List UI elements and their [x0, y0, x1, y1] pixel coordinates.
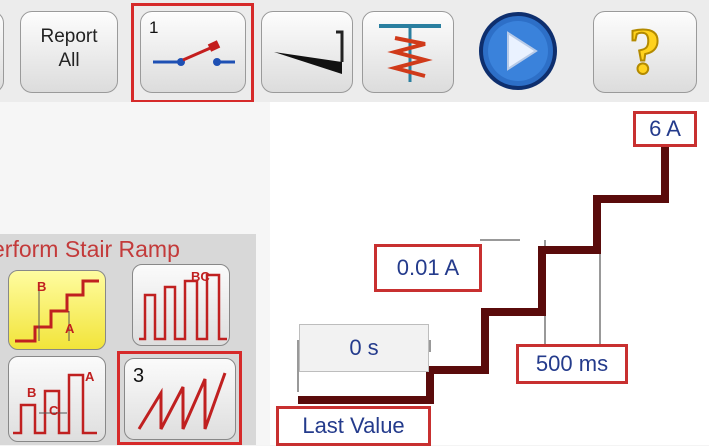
stair-label-b: B: [37, 279, 47, 294]
stair-ba-icon: [15, 279, 99, 343]
question-icon: ?: [628, 14, 663, 89]
final-current-field[interactable]: 6 A: [633, 111, 697, 147]
initial-time-field[interactable]: 0 s: [299, 324, 429, 372]
ramp-wedge-icon: [274, 30, 344, 74]
step-current-field[interactable]: 0.01 A: [374, 244, 482, 292]
stair-label-a2: A: [85, 369, 95, 384]
distance-zone-button[interactable]: [362, 11, 454, 93]
tower-zigzag-icon: [379, 24, 441, 82]
stair-ramp-mode-bac[interactable]: B A C: [8, 356, 106, 442]
report-all-button[interactable]: Report All: [20, 11, 118, 93]
breaker-button-highlight: [131, 3, 254, 103]
play-icon: [479, 12, 557, 90]
stair-label-c: C: [49, 403, 59, 418]
stair-ramp-mode-ba[interactable]: B A: [8, 270, 106, 350]
stair-ramp-graph: [297, 144, 669, 404]
stair-label-a: A: [65, 321, 75, 336]
stair-label-b2: B: [27, 385, 37, 400]
step-time-field[interactable]: 500 ms: [516, 344, 628, 384]
pulse-ramp-icon: [139, 273, 227, 341]
stair-ramp-title: erform Stair Ramp: [0, 236, 180, 262]
stair-ramp-mode-bc[interactable]: BC: [132, 264, 230, 346]
report-label: Report: [40, 26, 98, 47]
stair-label-bc: BC: [191, 269, 210, 284]
ramp-shape-button[interactable]: [261, 11, 353, 93]
toolbar-button-partial[interactable]: [0, 11, 4, 93]
play-button[interactable]: [470, 11, 576, 93]
mode3-highlight: [117, 351, 242, 445]
all-label: All: [58, 50, 80, 71]
start-mode-field[interactable]: Last Value: [276, 406, 431, 446]
help-button[interactable]: ?: [593, 11, 697, 93]
